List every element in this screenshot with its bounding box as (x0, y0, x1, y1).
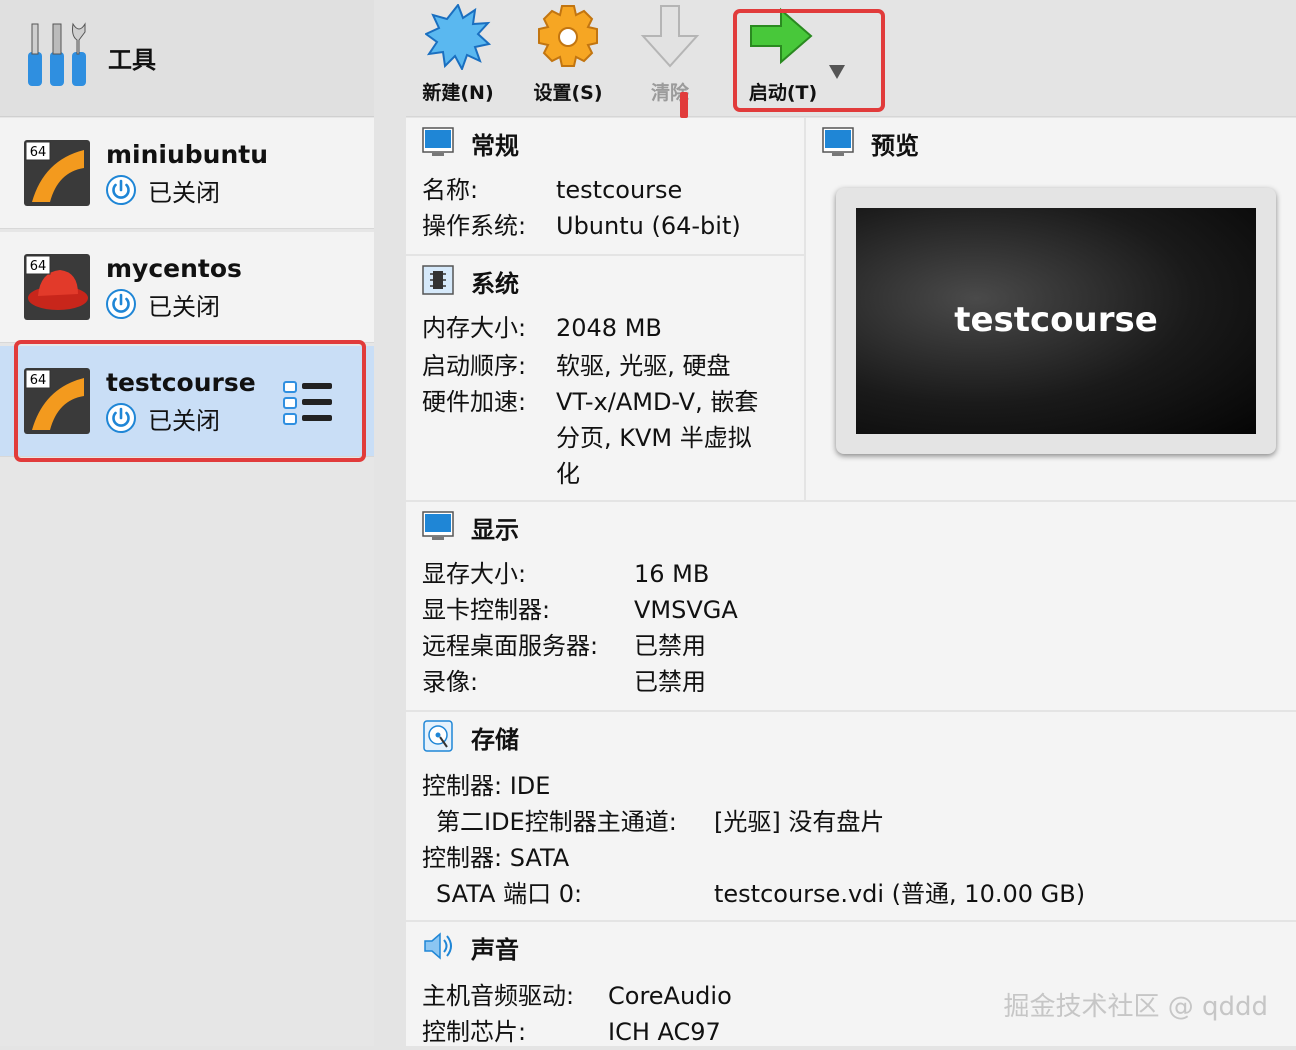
start-annotation-box (733, 9, 885, 112)
chip-icon (422, 265, 454, 295)
memory-label: 内存大小: (422, 314, 527, 342)
accel-value-line1: VT-x/AMD-V, 嵌套 (556, 388, 759, 416)
rdp-label: 远程桌面服务器: (422, 632, 599, 660)
memory-value: 2048 MB (556, 314, 662, 342)
rdp-value: 已禁用 (634, 632, 706, 660)
driver-value: CoreAudio (608, 982, 732, 1010)
arch-badge: 64 (30, 259, 47, 274)
vm-status: 已关闭 (106, 288, 220, 321)
sata-port-label: SATA 端口 0: (436, 880, 583, 908)
accel-value-line2: 分页, KVM 半虚拟 (556, 424, 752, 452)
new-button-label: 新建(N) (422, 82, 494, 104)
boot-value: 软驱, 光驱, 硬盘 (556, 352, 731, 380)
chip-value: ICH AC97 (608, 1018, 721, 1046)
os-label: 操作系统: (422, 212, 527, 240)
watermark: 掘金技术社区 @ qddd (1003, 992, 1268, 1022)
record-value: 已禁用 (634, 668, 706, 696)
boot-label: 启动顺序: (422, 352, 527, 380)
gear-icon (538, 5, 598, 67)
ide-port-value: [光驱] 没有盘片 (714, 808, 885, 836)
system-title[interactable]: 系统 (471, 264, 519, 299)
display-icon (422, 511, 454, 540)
annotation-mark (680, 92, 688, 118)
accel-value-line3: 化 (556, 460, 580, 488)
audio-title[interactable]: 声音 (471, 930, 519, 965)
accel-label: 硬件加速: (422, 388, 527, 416)
vram-value: 16 MB (634, 560, 710, 588)
general-section: 常规 名称: testcourse 操作系统: Ubuntu (64-bit) (406, 118, 804, 254)
audio-section: 声音 主机音频驱动: CoreAudio 控制芯片: ICH AC97 (406, 922, 1296, 1046)
new-starburst-icon (425, 4, 491, 70)
tools-icon (28, 22, 86, 86)
sata-port-value: testcourse.vdi (普通, 10.00 GB) (714, 880, 1086, 908)
storage-section: 存储 控制器: IDE 第二IDE控制器主通道: [光驱] 没有盘片 控制器: … (406, 712, 1296, 920)
os-value: Ubuntu (64-bit) (556, 212, 741, 240)
new-button[interactable]: 新建(N) (403, 0, 513, 116)
name-label: 名称: (422, 176, 479, 204)
storage-title[interactable]: 存储 (471, 720, 519, 755)
display-title[interactable]: 显示 (471, 510, 519, 545)
tools-label: 工具 (108, 46, 156, 74)
vm-name: miniubuntu (106, 140, 269, 169)
controller-label: 显卡控制器: (422, 596, 551, 624)
display-section: 显示 显存大小: 16 MB 显卡控制器: VMSVGA 远程桌面服务器: 已禁… (406, 502, 1296, 710)
power-off-icon (106, 289, 136, 319)
controller-value: VMSVGA (634, 596, 738, 624)
monitor-icon (422, 127, 454, 156)
arrow-down-icon (640, 5, 700, 68)
preview-title[interactable]: 预览 (871, 126, 919, 161)
storage-controller-sata: 控制器: SATA (422, 844, 570, 872)
selection-annotation-box (14, 340, 366, 462)
name-value: testcourse (556, 176, 683, 204)
monitor-icon (822, 127, 854, 156)
storage-disk-icon (423, 720, 453, 752)
settings-button-label: 设置(S) (533, 82, 603, 104)
vm-item-miniubuntu[interactable]: 64 miniubuntu 已关闭 (0, 118, 374, 229)
settings-button[interactable]: 设置(S) (513, 0, 623, 116)
vram-label: 显存大小: (422, 560, 527, 588)
vm-status-label: 已关闭 (148, 292, 220, 321)
ide-port-label: 第二IDE控制器主通道: (436, 808, 677, 836)
arch-badge: 64 (30, 145, 47, 160)
vm-status: 已关闭 (106, 174, 220, 207)
general-title[interactable]: 常规 (471, 126, 519, 161)
vm-item-mycentos[interactable]: 64 mycentos 已关闭 (0, 232, 374, 343)
power-off-icon (106, 175, 136, 205)
redhat-os-icon: 64 (24, 254, 90, 320)
storage-controller-ide: 控制器: IDE (422, 772, 551, 800)
record-label: 录像: (422, 668, 479, 696)
vm-name: mycentos (106, 254, 242, 283)
speaker-icon (424, 932, 452, 960)
driver-label: 主机音频驱动: (422, 982, 575, 1010)
vm-status-label: 已关闭 (148, 178, 220, 207)
preview-vm-name: testcourse (954, 300, 1158, 340)
chip-label: 控制芯片: (422, 1018, 527, 1046)
system-section: 系统 内存大小: 2048 MB 启动顺序: 软驱, 光驱, 硬盘 硬件加速: … (406, 256, 804, 500)
discard-button[interactable]: 清除 (615, 0, 725, 116)
ubuntu-os-icon: 64 (24, 140, 90, 206)
discard-button-label: 清除 (650, 82, 689, 104)
